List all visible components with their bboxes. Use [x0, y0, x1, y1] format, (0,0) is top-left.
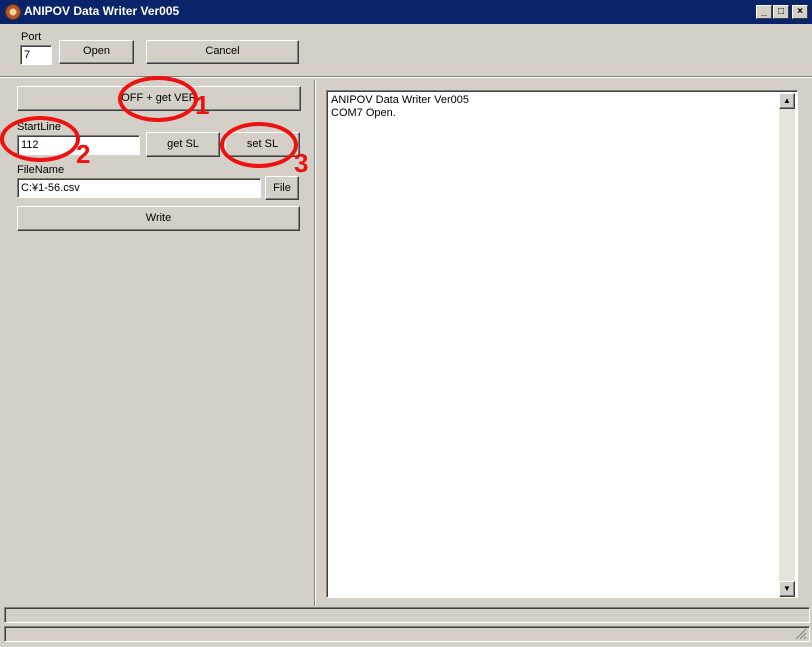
- scroll-down-button[interactable]: ▼: [779, 581, 795, 597]
- annotation-number-3: 3: [294, 148, 309, 178]
- annotation-circle-3: [220, 122, 298, 168]
- close-icon: ×: [797, 6, 803, 17]
- log-line-1: ANIPOV Data Writer Ver005: [331, 94, 469, 106]
- app-icon[interactable]: [5, 4, 21, 20]
- status-bar-1: [4, 607, 810, 623]
- annotation-number-2: 2: [76, 139, 91, 169]
- maximize-icon: □: [777, 6, 785, 17]
- annotation-circle-1: [118, 76, 198, 122]
- arrow-down-icon: ▼: [783, 584, 791, 593]
- log-line-2: COM7 Open.: [331, 107, 396, 119]
- filename-input[interactable]: [17, 178, 261, 198]
- port-input[interactable]: [20, 45, 52, 65]
- title-bar[interactable]: ANIPOV Data Writer Ver005 _ □ ×: [0, 0, 812, 24]
- close-button[interactable]: ×: [792, 5, 808, 19]
- window-title: ANIPOV Data Writer Ver005: [24, 4, 180, 18]
- log-scrollbar[interactable]: ▲ ▼: [779, 93, 795, 597]
- arrow-up-icon: ▲: [783, 96, 791, 105]
- get-sl-button[interactable]: get SL: [146, 132, 220, 157]
- write-button[interactable]: Write: [17, 206, 300, 231]
- resize-grip-icon[interactable]: [795, 628, 807, 640]
- cancel-button[interactable]: Cancel: [146, 40, 299, 64]
- log-textarea[interactable]: ANIPOV Data Writer Ver005 COM7 Open. ▲ ▼: [326, 90, 798, 598]
- minimize-button[interactable]: _: [756, 5, 772, 19]
- annotation-circle-2: [0, 116, 80, 162]
- status-bar-2: [4, 626, 810, 642]
- scroll-up-button[interactable]: ▲: [779, 93, 795, 109]
- filename-label: FileName: [17, 164, 65, 176]
- app-window: ANIPOV Data Writer Ver005 _ □ × Port Ope…: [0, 0, 812, 647]
- file-button[interactable]: File: [265, 176, 299, 200]
- minimize-icon: _: [761, 6, 767, 17]
- open-button[interactable]: Open: [59, 40, 134, 64]
- top-separator: [0, 76, 812, 78]
- maximize-button[interactable]: □: [773, 5, 789, 19]
- port-label: Port: [21, 31, 42, 43]
- annotation-number-1: 1: [195, 90, 210, 120]
